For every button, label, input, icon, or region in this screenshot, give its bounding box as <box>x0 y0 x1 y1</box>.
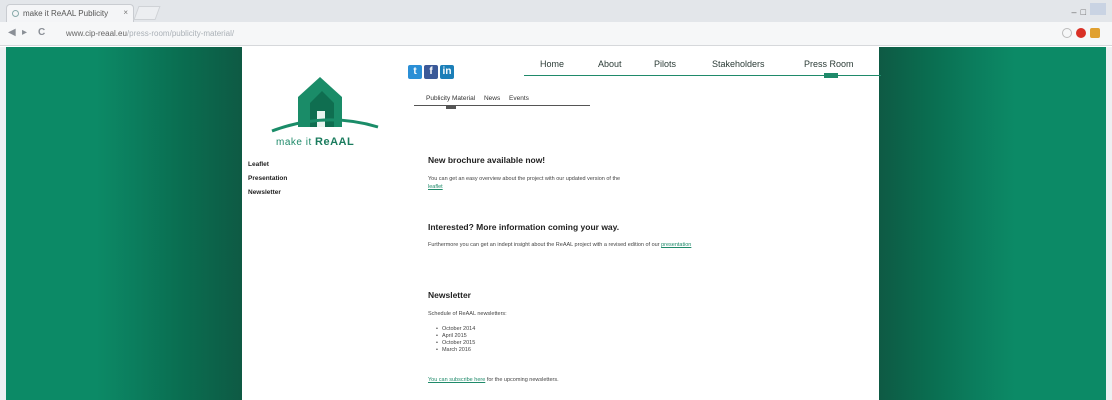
window-controls: ‒□ <box>1072 3 1106 17</box>
brochure-text: You can get an easy overview about the p… <box>428 175 758 191</box>
background-panel-right <box>879 47 1106 400</box>
close-tab-icon[interactable]: × <box>123 8 128 17</box>
nav-active-indicator <box>824 73 838 78</box>
interested-body: Furthermore you can get an indept insigh… <box>428 242 660 248</box>
content-area: make it ReAAL t f in Home About Pilots Sta… <box>242 47 881 400</box>
subscribe-suffix: for the upcoming newsletters. <box>486 377 559 383</box>
minimize-icon[interactable]: ‒ <box>1072 7 1081 17</box>
site-logo[interactable]: make it ReAAL <box>270 67 380 157</box>
maximize-icon[interactable]: □ <box>1081 7 1090 17</box>
page-edge-right <box>1106 47 1112 400</box>
side-menu-newsletter[interactable]: Newsletter <box>248 186 287 200</box>
interested-heading: Interested? More information coming your… <box>428 222 620 232</box>
schedule-item: March 2016 <box>436 347 475 354</box>
star-icon[interactable] <box>1062 28 1072 38</box>
nav-home[interactable]: Home <box>540 59 564 69</box>
side-menu-leaflet[interactable]: Leaflet <box>248 158 287 172</box>
subnav-events[interactable]: Events <box>509 95 529 102</box>
close-window-icon[interactable] <box>1090 3 1106 15</box>
logo-text: make it ReAAL <box>276 136 354 148</box>
subnav-news[interactable]: News <box>484 95 500 102</box>
brochure-heading: New brochure available now! <box>428 155 546 165</box>
address-bar[interactable]: www.cip-reaal.eu/press-room/publicity-ma… <box>60 26 1060 42</box>
back-button[interactable]: ◀ <box>8 27 16 38</box>
subscribe-link[interactable]: You can subscribe here <box>428 377 485 383</box>
nav-about[interactable]: About <box>598 59 622 69</box>
new-tab-button[interactable] <box>133 6 161 20</box>
subnav-active-indicator <box>446 106 456 109</box>
side-menu: Leaflet Presentation Newsletter <box>248 158 287 200</box>
schedule-item: October 2014 <box>436 326 475 333</box>
leaflet-link[interactable]: leaflet <box>428 184 443 190</box>
brochure-body: You can get an easy overview about the p… <box>428 176 621 182</box>
newsletter-schedule: October 2014 April 2015 October 2015 Mar… <box>436 326 475 354</box>
subnav-underline <box>414 105 590 106</box>
interested-text: Furthermore you can get an indept insigh… <box>428 241 758 249</box>
subnav-publicity-material[interactable]: Publicity Material <box>426 95 475 102</box>
subscribe-text: You can subscribe here for the upcoming … <box>428 376 758 384</box>
nav-press-room[interactable]: Press Room <box>804 59 854 69</box>
nav-stakeholders[interactable]: Stakeholders <box>712 59 765 69</box>
social-links: t f in <box>408 61 456 79</box>
forward-button[interactable]: ▸ <box>22 27 27 38</box>
logo-prefix: make it <box>276 137 316 148</box>
url-host: www.cip-reaal.eu <box>66 29 127 38</box>
sub-navigation: Publicity Material News Events <box>426 95 536 102</box>
extension-icon[interactable] <box>1076 28 1086 38</box>
presentation-link[interactable]: presentation <box>661 242 691 248</box>
linkedin-icon[interactable]: in <box>440 65 454 79</box>
browser-toolbar: ◀ ▸ C www.cip-reaal.eu/press-room/public… <box>0 22 1112 46</box>
nav-pilots[interactable]: Pilots <box>654 59 676 69</box>
background-panel-left <box>6 47 242 400</box>
web-page: make it ReAAL t f in Home About Pilots Sta… <box>0 47 1112 400</box>
logo-brand: ReAAL <box>315 136 355 148</box>
newsletter-intro: Schedule of ReAAL newsletters: <box>428 311 507 317</box>
tab-title: make it ReAAL Publicity <box>23 9 109 18</box>
schedule-item: October 2015 <box>436 340 475 347</box>
twitter-icon[interactable]: t <box>408 65 422 79</box>
schedule-item: April 2015 <box>436 333 475 340</box>
reload-button[interactable]: C <box>38 27 45 38</box>
house-logo-icon <box>271 77 379 133</box>
facebook-icon[interactable]: f <box>424 65 438 79</box>
menu-icon[interactable] <box>1090 28 1100 38</box>
favicon-icon <box>12 10 19 17</box>
newsletter-heading: Newsletter <box>428 290 471 300</box>
side-menu-presentation[interactable]: Presentation <box>248 172 287 186</box>
url-path: /press-room/publicity-material/ <box>126 29 235 38</box>
browser-tab[interactable]: make it ReAAL Publicity × <box>6 4 134 22</box>
browser-tab-bar: make it ReAAL Publicity × ‒□ <box>0 0 1112 22</box>
